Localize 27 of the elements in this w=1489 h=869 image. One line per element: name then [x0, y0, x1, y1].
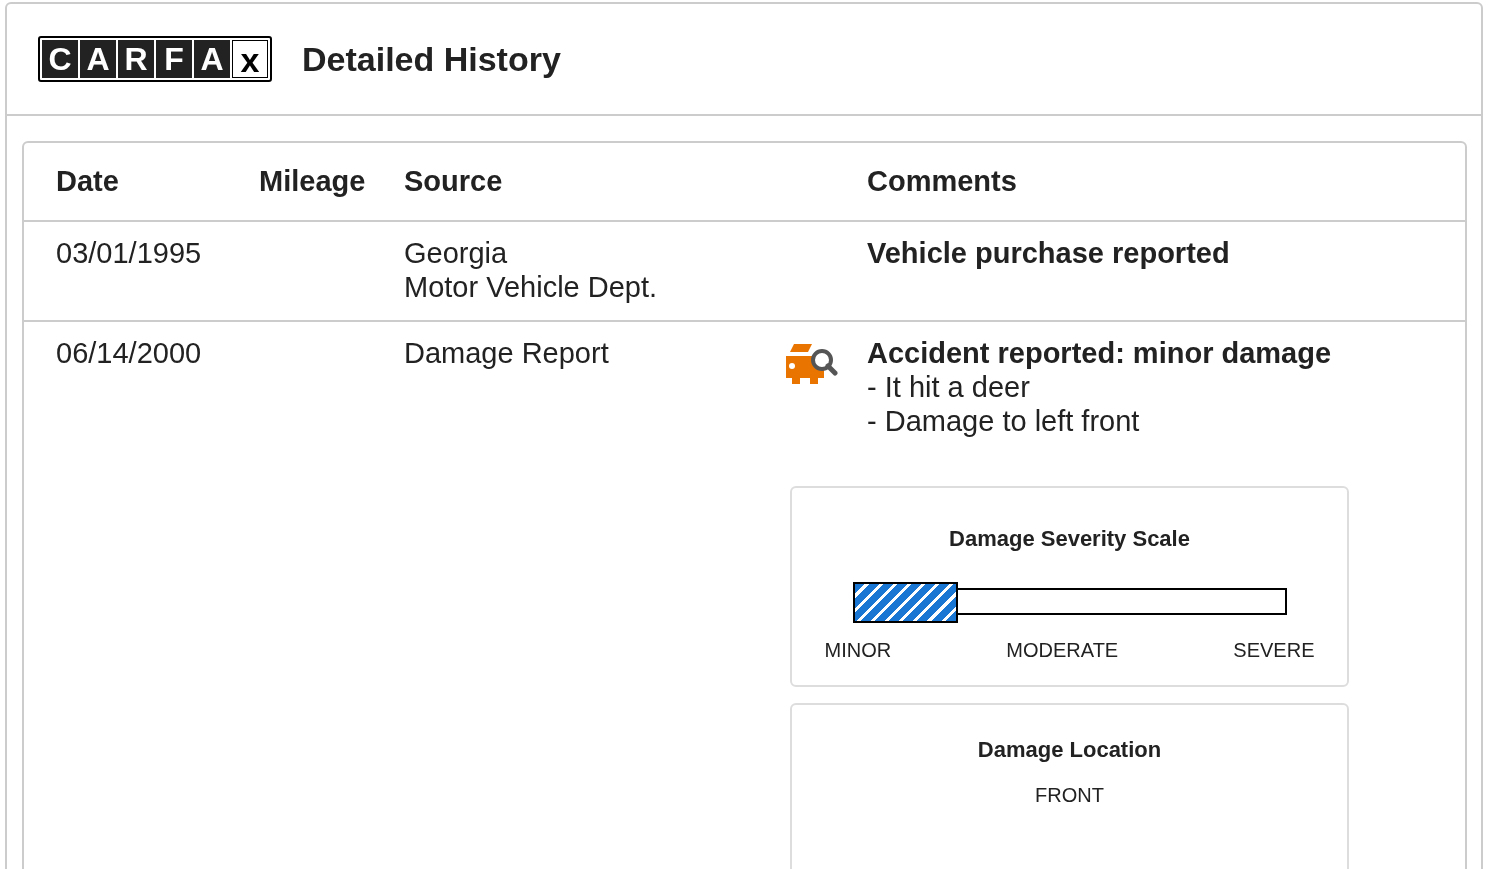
column-header: Source	[404, 163, 504, 199]
logo-letter: x	[232, 40, 268, 78]
comment-title: Vehicle purchase reported	[867, 236, 1230, 270]
comment-detail: - Damage to left front	[867, 404, 1141, 438]
scale-label: MODERATE	[1006, 638, 1119, 663]
logo-letter: F	[156, 40, 192, 78]
logo-letter: C	[42, 40, 78, 78]
card-title: Damage Severity Scale	[949, 525, 1190, 553]
logo-letter: A	[194, 40, 230, 78]
date-cell-text: 03/01/1995	[55, 236, 203, 271]
date-cell-text: 06/14/2000	[55, 336, 203, 371]
source-text: Damage Report	[404, 336, 610, 370]
source-text: Motor Vehicle Dept.	[404, 270, 659, 304]
logo-letter: A	[80, 40, 116, 78]
scale-label: SEVERE	[1233, 638, 1315, 663]
column-header: Mileage	[259, 163, 367, 199]
column-header: Comments	[867, 163, 1017, 199]
logo-letter: R	[118, 40, 154, 78]
car-search-icon	[784, 342, 838, 386]
comment-detail: - It hit a deer	[867, 370, 1031, 404]
card-title: Damage Location	[977, 736, 1162, 764]
source-text: Georgia	[404, 236, 509, 270]
page-title: Detailed History	[302, 38, 561, 80]
comment-title: Accident reported: minor damage	[867, 336, 1333, 370]
column-header: Date	[55, 163, 120, 199]
location-value: FRONT	[1035, 783, 1104, 808]
scale-label: MINOR	[824, 638, 892, 663]
